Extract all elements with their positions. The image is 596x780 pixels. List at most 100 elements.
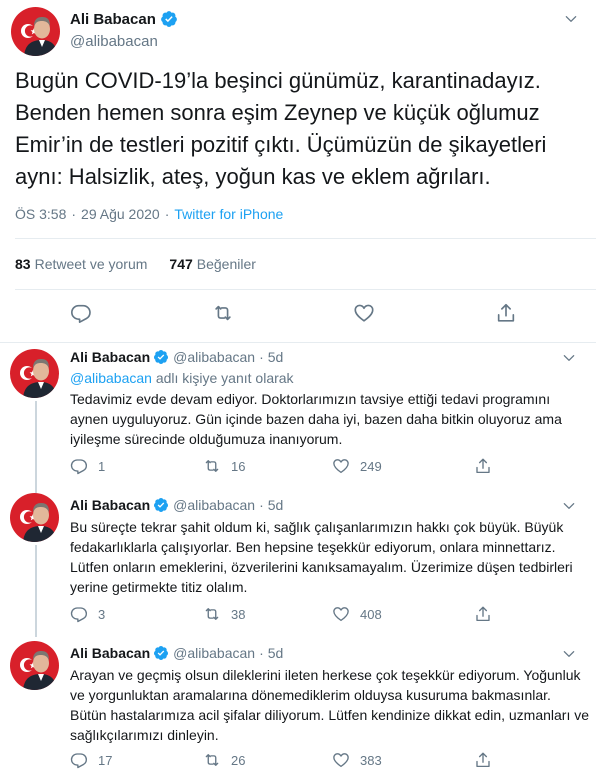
avatar[interactable] [11,7,60,56]
reply-icon [70,605,88,623]
like-count: 408 [360,606,382,622]
reply-count: 1 [98,458,106,474]
retweet-button[interactable]: 26 [203,751,245,769]
main-tweet: Ali Babacan @alibabacan Bugün COVID-19’l… [0,0,596,343]
tweet-time[interactable]: 5d [268,497,284,513]
reply-action-bar: 17 26 383 [70,751,570,771]
share-icon[interactable] [495,302,517,324]
retweet-count: 38 [231,606,246,622]
reply-action-bar: 3 38 408 [70,605,570,625]
tweet-text: Bugün COVID-19’la beşinci günümüz, karan… [15,68,547,189]
like-button[interactable]: 408 [332,605,382,623]
meta-separator: · [259,349,264,365]
tweet-time[interactable]: 5d [268,645,284,661]
retweet-icon[interactable] [212,302,234,324]
retweets-label: Retweet ve yorum [34,256,148,272]
reply-header: Ali Babacan @alibabacan · 5d [70,497,283,513]
main-action-bar [0,300,596,330]
reply-action-bar: 1 16 249 [70,457,570,477]
verified-badge-icon [153,497,169,513]
likes-count: 747 [169,256,193,272]
divider [15,238,596,239]
retweet-count: 26 [231,752,246,768]
verified-badge-icon [153,645,169,661]
reply-header: Ali Babacan @alibabacan · 5d [70,645,283,661]
tweet-text: Tedavimiz evde devam ediyor. Doktorlarım… [70,391,562,447]
retweet-count: 16 [231,458,246,474]
like-icon [332,751,350,769]
verified-badge-icon [153,349,169,365]
share-icon [474,751,492,769]
replying-suffix: adlı kişiye yanıt olarak [151,370,294,386]
avatar[interactable] [10,493,59,542]
thread-line [35,401,37,487]
meta-separator: · [259,497,264,513]
tweet-text: Bu süreçte tekrar şahit oldum ki, sağlık… [70,519,573,595]
reply-count: 3 [98,606,106,622]
tweet-source-link[interactable]: Twitter for iPhone [174,206,283,222]
retweet-icon [203,751,221,769]
author-handle[interactable]: @alibabacan [173,349,255,365]
chevron-down-icon[interactable] [562,647,576,661]
reply-header: Ali Babacan @alibabacan · 5d [70,349,283,365]
chevron-down-icon[interactable] [564,12,578,26]
verified-badge-icon [160,10,178,28]
chevron-down-icon[interactable] [562,351,576,365]
thread-line [35,631,37,637]
reply-tweet[interactable]: Ali Babacan @alibabacan · 5d Arayan ve g… [0,631,596,780]
likes-stat[interactable]: 747 Beğeniler [169,256,256,272]
retweet-button[interactable]: 16 [203,457,245,475]
retweet-icon [203,605,221,623]
mention-link[interactable]: @alibabacan [70,370,152,386]
reply-button[interactable]: 3 [70,605,105,623]
tweet-stats: 83 Retweet ve yorum 747 Beğeniler [15,256,278,272]
tweet-meta: ÖS 3:58 · 29 Ağu 2020 · Twitter for iPho… [15,206,283,222]
reply-count: 17 [98,752,113,768]
reply-button[interactable]: 1 [70,457,105,475]
retweets-count: 83 [15,256,31,272]
tweet-text: Arayan ve geçmiş olsun dileklerini ilete… [70,667,590,743]
share-icon [474,457,492,475]
tweet-date[interactable]: 29 Ağu 2020 [81,206,160,222]
author-handle[interactable]: @alibabacan [70,33,158,50]
retweets-stat[interactable]: 83 Retweet ve yorum [15,256,147,272]
author-name-row[interactable]: Ali Babacan [70,10,178,28]
reply-icon [70,457,88,475]
tweet-time[interactable]: ÖS 3:58 [15,206,66,222]
like-button[interactable]: 383 [332,751,382,769]
meta-separator: · [71,206,77,222]
tweet-time[interactable]: 5d [268,349,284,365]
like-count: 249 [360,458,382,474]
like-icon [332,605,350,623]
reply-icon[interactable] [70,302,92,324]
like-icon [332,457,350,475]
chevron-down-icon[interactable] [562,499,576,513]
author-name[interactable]: Ali Babacan [70,645,150,661]
author-name[interactable]: Ali Babacan [70,349,150,365]
reply-icon [70,751,88,769]
share-icon [474,605,492,623]
reply-button[interactable]: 17 [70,751,112,769]
author-name[interactable]: Ali Babacan [70,11,156,28]
author-handle[interactable]: @alibabacan [173,497,255,513]
divider [15,289,596,290]
likes-label: Beğeniler [196,256,256,272]
retweet-icon [203,457,221,475]
reply-tweet[interactable]: Ali Babacan @alibabacan · 5d @alibabacan… [0,343,596,487]
share-button[interactable] [474,605,502,623]
meta-separator: · [164,206,170,222]
avatar[interactable] [10,641,59,690]
author-handle[interactable]: @alibabacan [173,645,255,661]
thread-line [35,545,37,631]
replying-to: @alibabacan adlı kişiye yanıt olarak [70,370,294,386]
like-button[interactable]: 249 [332,457,382,475]
share-button[interactable] [474,751,502,769]
avatar[interactable] [10,349,59,398]
like-count: 383 [360,752,382,768]
reply-tweet[interactable]: Ali Babacan @alibabacan · 5d Bu süreçte … [0,487,596,631]
author-name[interactable]: Ali Babacan [70,497,150,513]
share-button[interactable] [474,457,502,475]
retweet-button[interactable]: 38 [203,605,245,623]
like-icon[interactable] [353,302,375,324]
meta-separator: · [259,645,264,661]
